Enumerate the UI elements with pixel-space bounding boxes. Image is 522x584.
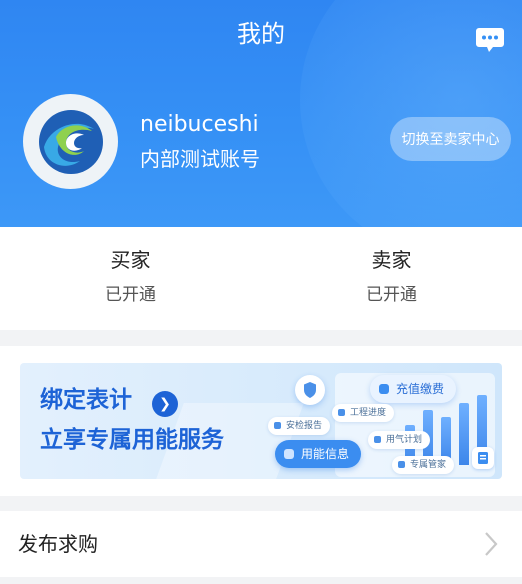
document-icon xyxy=(472,447,494,469)
tag-recharge: 充值缴费 xyxy=(370,375,457,403)
menu-item-publish-purchase[interactable]: 发布求购 xyxy=(0,511,522,577)
role-buyer[interactable]: 买家 已开通 xyxy=(0,227,261,330)
role-card: 买家 已开通 卖家 已开通 xyxy=(0,227,522,330)
banner-section: 绑定表计 ❯ 立享专属用能服务 充值缴费 安检报告 工程进度 用气计划 用能信息… xyxy=(0,346,522,496)
shield-icon xyxy=(295,375,325,405)
illustration-bar xyxy=(459,403,469,465)
tag-project-progress: 工程进度 xyxy=(332,404,395,422)
tag-dedicated-manager: 专属管家 xyxy=(392,456,455,474)
role-seller[interactable]: 卖家 已开通 xyxy=(261,227,522,330)
avatar[interactable] xyxy=(23,94,118,189)
account-type-label: 内部测试账号 xyxy=(140,147,260,171)
tag-energy-info: 用能信息 xyxy=(275,440,362,468)
tag-gas-plan: 用气计划 xyxy=(368,431,431,449)
role-status: 已开通 xyxy=(366,285,417,305)
switch-to-seller-button[interactable]: 切换至卖家中心 xyxy=(390,117,511,161)
chevron-right-icon: ❯ xyxy=(152,391,178,417)
chat-bubble-icon[interactable] xyxy=(475,26,505,54)
profile-header: 我的 neibuceshi 内部测试账号 切换至卖家中心 xyxy=(0,0,522,227)
banner-subtitle: 立享专属用能服务 xyxy=(40,427,224,453)
role-status: 已开通 xyxy=(105,285,156,305)
page-title: 我的 xyxy=(237,20,285,48)
role-name: 买家 xyxy=(110,248,151,272)
menu-item-label: 发布求购 xyxy=(18,532,98,556)
chevron-right-icon xyxy=(480,531,502,557)
bind-meter-banner[interactable]: 绑定表计 ❯ 立享专属用能服务 充值缴费 安检报告 工程进度 用气计划 用能信息… xyxy=(20,363,502,479)
company-logo-icon xyxy=(38,109,103,174)
username: neibuceshi xyxy=(140,112,259,137)
tag-safety-report: 安检报告 xyxy=(268,417,331,435)
role-name: 卖家 xyxy=(371,248,412,272)
banner-title: 绑定表计 xyxy=(40,387,132,413)
